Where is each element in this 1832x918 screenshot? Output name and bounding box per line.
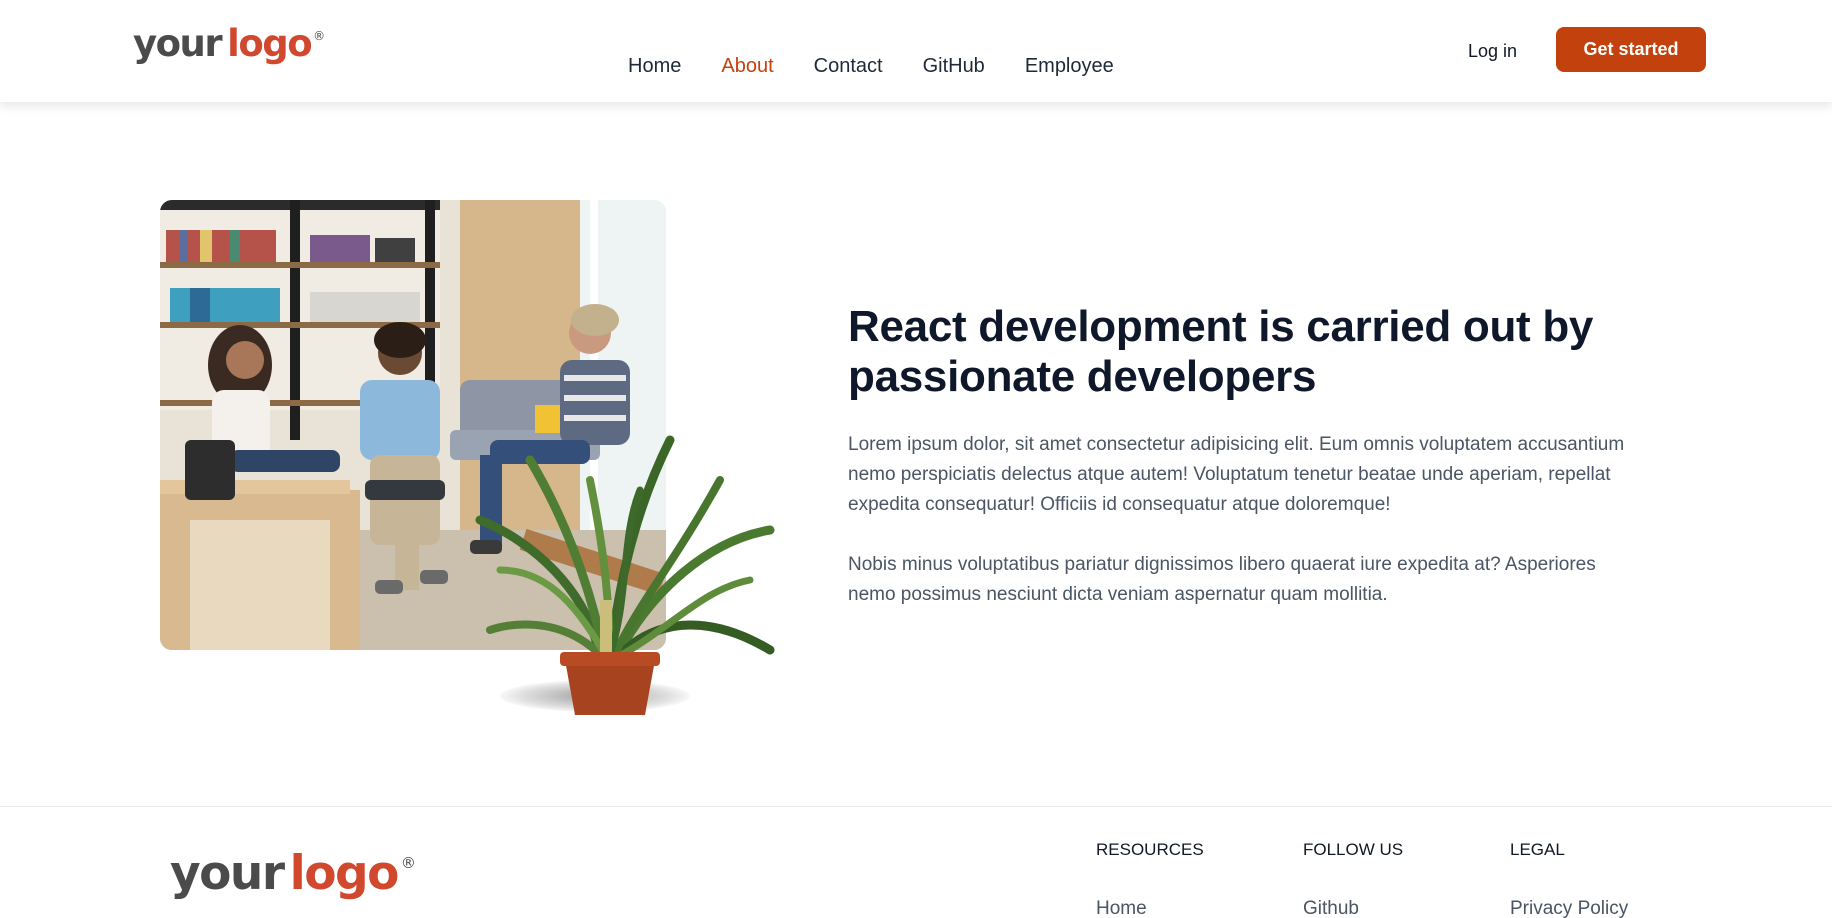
logo-word-your: your <box>133 22 223 65</box>
logo-word-your: your <box>170 846 285 901</box>
footer-heading-follow-us: FOLLOW US <box>1303 840 1404 859</box>
about-paragraph-2: Nobis minus voluptatibus pariatur dignis… <box>848 554 1596 605</box>
nav-home[interactable]: Home <box>628 52 681 80</box>
get-started-button[interactable]: Get started <box>1556 27 1706 72</box>
logo-word-logo: logo <box>227 22 313 65</box>
registered-mark: ® <box>313 29 326 43</box>
logo-word-logo: logo <box>289 846 400 901</box>
footer-link-privacy-policy[interactable]: Privacy Policy <box>1510 897 1628 918</box>
potted-plant-illustration <box>475 435 775 715</box>
footer-logo[interactable]: your logo ® <box>170 848 416 900</box>
footer-column-legal: LEGAL Privacy Policy <box>1510 840 1628 918</box>
main-nav: Home About Contact GitHub Employee <box>628 52 1114 80</box>
nav-employee[interactable]: Employee <box>1025 52 1114 80</box>
footer-heading-legal: LEGAL <box>1510 840 1565 859</box>
login-link[interactable]: Log in <box>1468 40 1517 62</box>
about-headline: React development is carried out by pass… <box>848 302 1594 401</box>
nav-about[interactable]: About <box>721 52 773 80</box>
footer-link-github[interactable]: Github <box>1303 897 1403 918</box>
nav-contact[interactable]: Contact <box>814 52 883 80</box>
about-paragraph-1: Lorem ipsum dolor, sit amet consectetur … <box>848 434 1625 515</box>
nav-github[interactable]: GitHub <box>923 52 985 80</box>
footer-divider <box>0 806 1832 807</box>
site-header: your logo ® Home About Contact GitHub Em… <box>0 0 1832 102</box>
footer-column-follow-us: FOLLOW US Github <box>1303 840 1403 918</box>
registered-mark: ® <box>400 854 416 872</box>
footer-heading-resources: RESOURCES <box>1096 840 1204 859</box>
footer-link-home[interactable]: Home <box>1096 897 1204 918</box>
header-logo[interactable]: your logo ® <box>133 24 325 64</box>
footer-column-resources: RESOURCES Home <box>1096 840 1204 918</box>
